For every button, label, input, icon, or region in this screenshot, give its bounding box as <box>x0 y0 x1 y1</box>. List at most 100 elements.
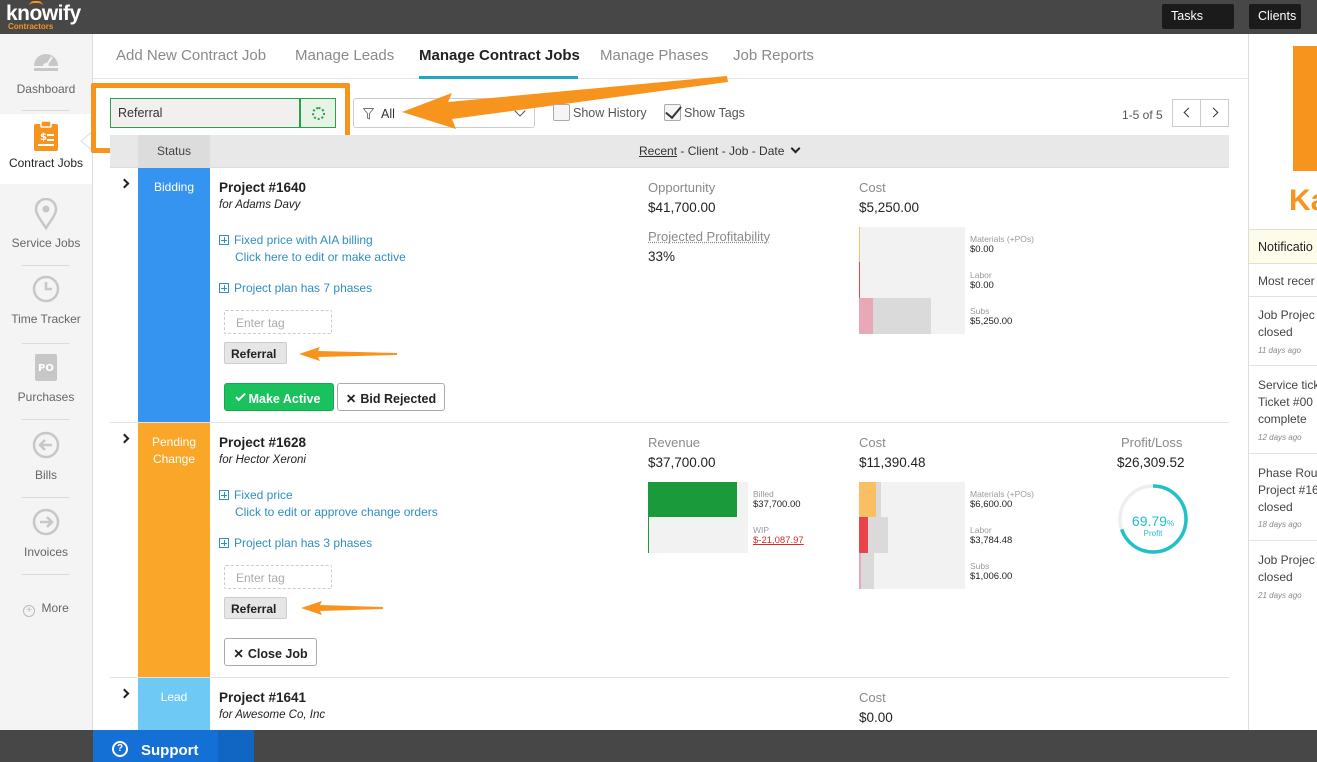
tag-annotation-arrow <box>301 601 383 615</box>
sidebar-label-bills: Bills <box>34 468 57 482</box>
show-history-checkbox[interactable] <box>553 104 570 121</box>
notifications-panel: Ka Notificatio Most recer Job Projec clo… <box>1248 34 1317 730</box>
sidebar-item-invoices[interactable]: Invoices <box>0 507 92 577</box>
notification-time: 12 days ago <box>1258 433 1302 442</box>
tasks-label: Tasks <box>1171 9 1203 23</box>
phases-link[interactable]: Project plan has 3 phases <box>219 536 372 550</box>
expand-plus-icon <box>219 538 229 548</box>
revenue-value: $37,700.00 <box>648 455 716 470</box>
make-active-button[interactable]: Make Active <box>224 383 334 411</box>
expand-plus-icon <box>219 490 229 500</box>
map-pin-icon <box>34 198 58 230</box>
clock-icon <box>32 275 60 303</box>
tag-input[interactable]: Enter tag <box>224 310 332 334</box>
sort-active-option[interactable]: Recent <box>639 144 677 158</box>
profit-loss-value: $26,309.52 <box>1117 455 1185 470</box>
status-text-line2: Change <box>152 452 196 466</box>
subs-value: $1,006.00 <box>970 571 1013 582</box>
materials-bar <box>859 482 876 517</box>
tab-manage-phases[interactable]: Manage Phases <box>600 47 708 64</box>
sidebar-item-time-tracker[interactable]: Time Tracker <box>0 274 92 344</box>
tag-input[interactable]: Enter tag <box>224 565 332 589</box>
po-icon-text: PO <box>38 363 54 374</box>
labor-bar <box>859 517 868 553</box>
change-orders-link[interactable]: Click to edit or approve change orders <box>235 505 438 519</box>
wip-value[interactable]: $-21,087.97 <box>753 535 804 546</box>
sidebar-item-bills[interactable]: Bills <box>0 430 92 500</box>
projected-profitability-label[interactable]: Projected Profitability <box>648 229 770 244</box>
phases-link[interactable]: Project plan has 7 phases <box>219 281 372 295</box>
bid-rejected-button[interactable]: ✕ Bid Rejected <box>337 383 445 411</box>
tab-manage-contract-jobs[interactable]: Manage Contract Jobs <box>419 47 580 64</box>
subs-remainder-bar <box>873 298 931 334</box>
tab-add-new-contract-job[interactable]: Add New Contract Job <box>116 47 266 64</box>
next-page-button[interactable] <box>1200 99 1229 127</box>
tab-manage-leads[interactable]: Manage Leads <box>295 47 394 64</box>
materials-value: $0.00 <box>970 244 994 255</box>
clients-button[interactable]: Clients <box>1249 4 1301 29</box>
tasks-button[interactable]: Tasks + <box>1162 4 1234 48</box>
sort-chevron-icon <box>790 143 801 154</box>
tag-chip[interactable]: Referral <box>224 342 287 364</box>
most-recent-filter[interactable]: Most recer <box>1258 274 1315 288</box>
contract-jobs-icon: $ <box>34 120 58 151</box>
expand-row-icon[interactable] <box>119 433 130 444</box>
tag-chip[interactable]: Referral <box>224 597 287 619</box>
support-chat-toggle[interactable] <box>218 730 254 762</box>
project-title[interactable]: Project #1640 <box>219 180 306 195</box>
subs-bar <box>859 298 873 334</box>
tab-job-reports[interactable]: Job Reports <box>733 47 814 64</box>
expand-row-icon[interactable] <box>119 178 130 189</box>
table-header: Status Recent - Client - Job - Date <box>110 135 1229 168</box>
notification-line: closed <box>1258 500 1293 514</box>
sort-selector[interactable]: Recent - Client - Job - Date <box>639 143 801 158</box>
status-badge-lead: Lead <box>138 678 210 730</box>
chevron-right-icon <box>1208 107 1219 118</box>
notification-line[interactable]: Job Projec <box>1258 553 1315 567</box>
expand-plus-icon <box>219 235 229 245</box>
status-text: Bidding <box>153 180 195 194</box>
sidebar-label-dashboard: Dashboard <box>16 82 76 96</box>
x-icon: ✕ <box>233 647 244 661</box>
billing-link[interactable]: Fixed price with AIA billing <box>219 233 373 247</box>
project-title[interactable]: Project #1641 <box>219 690 306 705</box>
materials-remainder-bar <box>876 482 881 517</box>
close-job-button[interactable]: ✕ Close Job <box>224 638 317 666</box>
notification-line: complete <box>1258 412 1307 426</box>
status-text: Lead <box>160 690 188 704</box>
project-title[interactable]: Project #1628 <box>219 435 306 450</box>
sidebar: Dashboard $ Contract Jobs Service Jobs T… <box>0 34 93 730</box>
notification-line[interactable]: Phase Rou <box>1258 466 1317 480</box>
chevron-left-icon <box>1183 107 1194 118</box>
sidebar-item-dashboard[interactable]: Dashboard <box>0 44 92 114</box>
subs-label: Subs <box>970 561 990 571</box>
labor-bar <box>859 262 860 298</box>
arrow-left-circle-icon <box>32 431 60 459</box>
materials-bar <box>859 227 860 262</box>
sidebar-more-label: More <box>41 601 69 615</box>
expand-row-icon[interactable] <box>119 688 130 699</box>
status-badge-pending-change: Pending Change <box>138 423 210 677</box>
cost-label: Cost <box>859 690 886 705</box>
materials-value: $6,600.00 <box>970 499 1013 510</box>
materials-label: Materials (+POs) <box>970 489 1034 499</box>
tag-annotation-arrow <box>299 347 397 361</box>
table-row: Pending Change Project #1628 for Hector … <box>110 423 1229 678</box>
billing-edit-link[interactable]: Click here to edit or make active <box>235 250 406 264</box>
show-tags-checkbox[interactable] <box>664 104 681 121</box>
projected-profitability-value: 33% <box>648 249 676 264</box>
notification-line[interactable]: Job Projec <box>1258 308 1315 322</box>
status-column-header: Status <box>138 135 210 168</box>
app-logo-subtitle: Contractors <box>8 22 54 31</box>
sidebar-more[interactable]: + More <box>0 601 92 621</box>
billing-link[interactable]: Fixed price <box>219 488 293 502</box>
dashboard-gauge-icon <box>34 54 58 71</box>
sidebar-label-contract-jobs: Contract Jobs <box>8 156 84 170</box>
sidebar-item-service-jobs[interactable]: Service Jobs <box>0 198 92 268</box>
notifications-header: Notificatio <box>1249 229 1317 264</box>
notification-line[interactable]: Service tick <box>1258 378 1317 392</box>
cost-value: $5,250.00 <box>859 200 920 215</box>
opportunity-label: Opportunity <box>648 180 716 195</box>
previous-page-button[interactable] <box>1172 99 1201 127</box>
sidebar-item-purchases[interactable]: PO Purchases <box>0 352 92 422</box>
